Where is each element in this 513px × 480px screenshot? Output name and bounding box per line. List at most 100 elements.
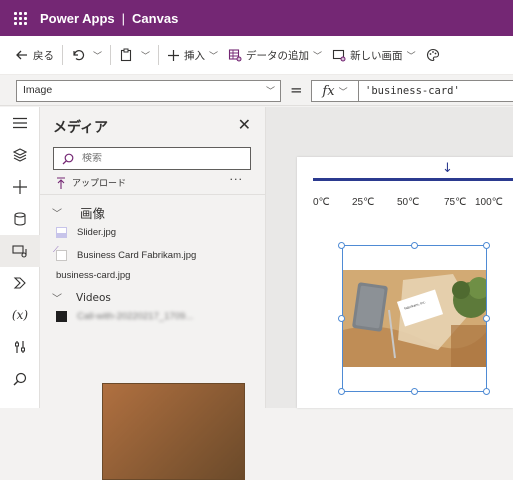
new-screen-icon: [332, 48, 346, 62]
videos-group-label: Videos: [76, 291, 111, 304]
app-title: Power Apps | Canvas: [40, 11, 178, 26]
slider-tick-label: 100℃: [475, 197, 503, 208]
media-file-item[interactable]: ⟋ Business Card Fabrikam.jpg: [53, 245, 197, 261]
formula-bar: Image ﹀ = fx ﹀ 'business-card': [0, 76, 513, 106]
image-thumbnail: ⟋: [53, 245, 67, 261]
command-bar: 戻る ﹀ ﹀ 挿入 ﹀ データの追加 ﹀ 新しい画面 ﹀: [0, 36, 513, 75]
insert-plus-icon[interactable]: [0, 171, 40, 203]
resize-handle[interactable]: [483, 242, 490, 249]
images-group-label: 画像: [80, 206, 106, 221]
property-dropdown[interactable]: Image ﹀: [16, 80, 281, 102]
close-icon[interactable]: ✕: [238, 115, 251, 134]
video-thumbnail: [56, 311, 67, 322]
selection-box: [342, 245, 487, 392]
insert-label: 挿入: [184, 49, 206, 62]
resize-handle[interactable]: [483, 315, 490, 322]
paste-button[interactable]: ﹀: [114, 41, 155, 69]
chevron-down-icon: ﹀: [52, 294, 62, 305]
title-bar: Power Apps | Canvas: [0, 0, 513, 36]
panel-divider: [40, 194, 266, 195]
variables-icon[interactable]: (𝑥): [0, 299, 40, 331]
fx-icon: fx: [322, 83, 335, 99]
canvas-area: ↓ 0℃ 25℃ 50℃ 75℃ 100℃ Fabrikam, Inc.: [266, 107, 513, 408]
slider-tick-label: 25℃: [352, 197, 375, 208]
theme-button[interactable]: [421, 41, 449, 69]
data-icon[interactable]: [0, 203, 40, 235]
tree-view-icon[interactable]: [0, 139, 40, 171]
slider-tick-label: 50℃: [397, 197, 420, 208]
search-icon[interactable]: [0, 363, 40, 395]
new-item-icon: ⟋: [103, 384, 105, 388]
upload-label: アップロード: [72, 179, 127, 189]
app-launcher-icon[interactable]: [0, 0, 40, 36]
function-button[interactable]: fx ﹀: [311, 80, 359, 102]
search-icon: [62, 153, 74, 165]
media-icon[interactable]: [0, 235, 40, 267]
new-screen-button[interactable]: 新しい画面 ﹀: [327, 41, 421, 69]
insert-button[interactable]: 挿入 ﹀: [162, 41, 223, 69]
back-button[interactable]: 戻る: [10, 41, 59, 69]
chevron-down-icon: ﹀: [265, 86, 275, 96]
file-name: Business Card Fabrikam.jpg: [77, 250, 197, 261]
slider-handle-arrow-icon[interactable]: ↓: [442, 161, 453, 176]
image-thumbnail: [56, 227, 67, 238]
resize-handle[interactable]: [411, 242, 418, 249]
app-screen[interactable]: ↓ 0℃ 25℃ 50℃ 75℃ 100℃ Fabrikam, Inc.: [297, 157, 513, 408]
property-value: Image: [23, 84, 53, 96]
resize-handle[interactable]: [338, 388, 345, 395]
back-label: 戻る: [33, 49, 54, 62]
toolbar-divider: [62, 45, 63, 65]
resize-handle[interactable]: [338, 242, 345, 249]
resize-handle[interactable]: [483, 388, 490, 395]
slider-tick-label: 0℃: [313, 197, 330, 208]
new-screen-label: 新しい画面: [350, 49, 403, 62]
resize-handle[interactable]: [338, 315, 345, 322]
media-panel: メディア ✕ アップロード ··· ﹀ 画像 Slider.jpg ⟋ Busi…: [40, 107, 266, 480]
file-name: Slider.jpg: [77, 227, 117, 238]
database-add-icon: [228, 48, 242, 62]
search-input[interactable]: [82, 153, 242, 164]
image-thumbnail: ⟋: [102, 383, 245, 480]
panel-title: メディア: [53, 120, 109, 136]
hamburger-menu-icon[interactable]: [0, 107, 40, 139]
equals-sign: =: [290, 81, 303, 99]
media-search-box[interactable]: [53, 147, 251, 170]
plus-icon: [167, 49, 180, 62]
media-file-item[interactable]: ⟋ business-card.jpg: [56, 270, 245, 480]
left-rail: (𝑥): [0, 107, 40, 408]
file-name: Call-with-20220217_1709...: [77, 311, 194, 322]
toolbar-divider: [110, 45, 112, 65]
media-file-item[interactable]: Call-with-20220217_1709...: [56, 311, 193, 322]
chevron-down-icon[interactable]: ﹀: [93, 49, 102, 62]
add-data-label: データの追加: [246, 49, 310, 62]
file-name: business-card.jpg: [56, 270, 131, 281]
advanced-tools-icon[interactable]: [0, 331, 40, 363]
undo-button[interactable]: ﹀: [66, 41, 107, 69]
upload-arrow-icon: [56, 176, 66, 189]
title-separator: |: [121, 10, 126, 26]
add-data-button[interactable]: データの追加 ﹀: [223, 41, 327, 69]
temperature-slider[interactable]: [313, 178, 513, 181]
more-options-icon[interactable]: ···: [230, 173, 244, 186]
chevron-down-icon[interactable]: ﹀: [141, 49, 150, 62]
power-automate-icon[interactable]: [0, 267, 40, 299]
media-file-item[interactable]: Slider.jpg: [56, 227, 116, 238]
chevron-down-icon: ﹀: [52, 209, 62, 220]
chevron-down-icon: ﹀: [338, 87, 348, 98]
toolbar-divider: [158, 45, 160, 65]
images-group-header[interactable]: ﹀ 画像: [52, 203, 105, 222]
formula-text: 'business-card': [365, 85, 460, 97]
document-name: Canvas: [132, 10, 179, 26]
product-name: Power Apps: [40, 10, 115, 26]
palette-icon: [426, 48, 440, 62]
videos-group-header[interactable]: ﹀ Videos: [52, 290, 111, 306]
chevron-down-icon: ﹀: [406, 51, 416, 62]
chevron-down-icon: ﹀: [209, 51, 219, 62]
back-arrow-icon: [15, 48, 29, 62]
clipboard-icon: [119, 48, 133, 62]
formula-input[interactable]: 'business-card': [359, 80, 513, 102]
resize-handle[interactable]: [411, 388, 418, 395]
chevron-down-icon: ﹀: [313, 51, 323, 62]
slider-tick-label: 75℃: [444, 197, 467, 208]
upload-button[interactable]: アップロード: [56, 176, 126, 189]
